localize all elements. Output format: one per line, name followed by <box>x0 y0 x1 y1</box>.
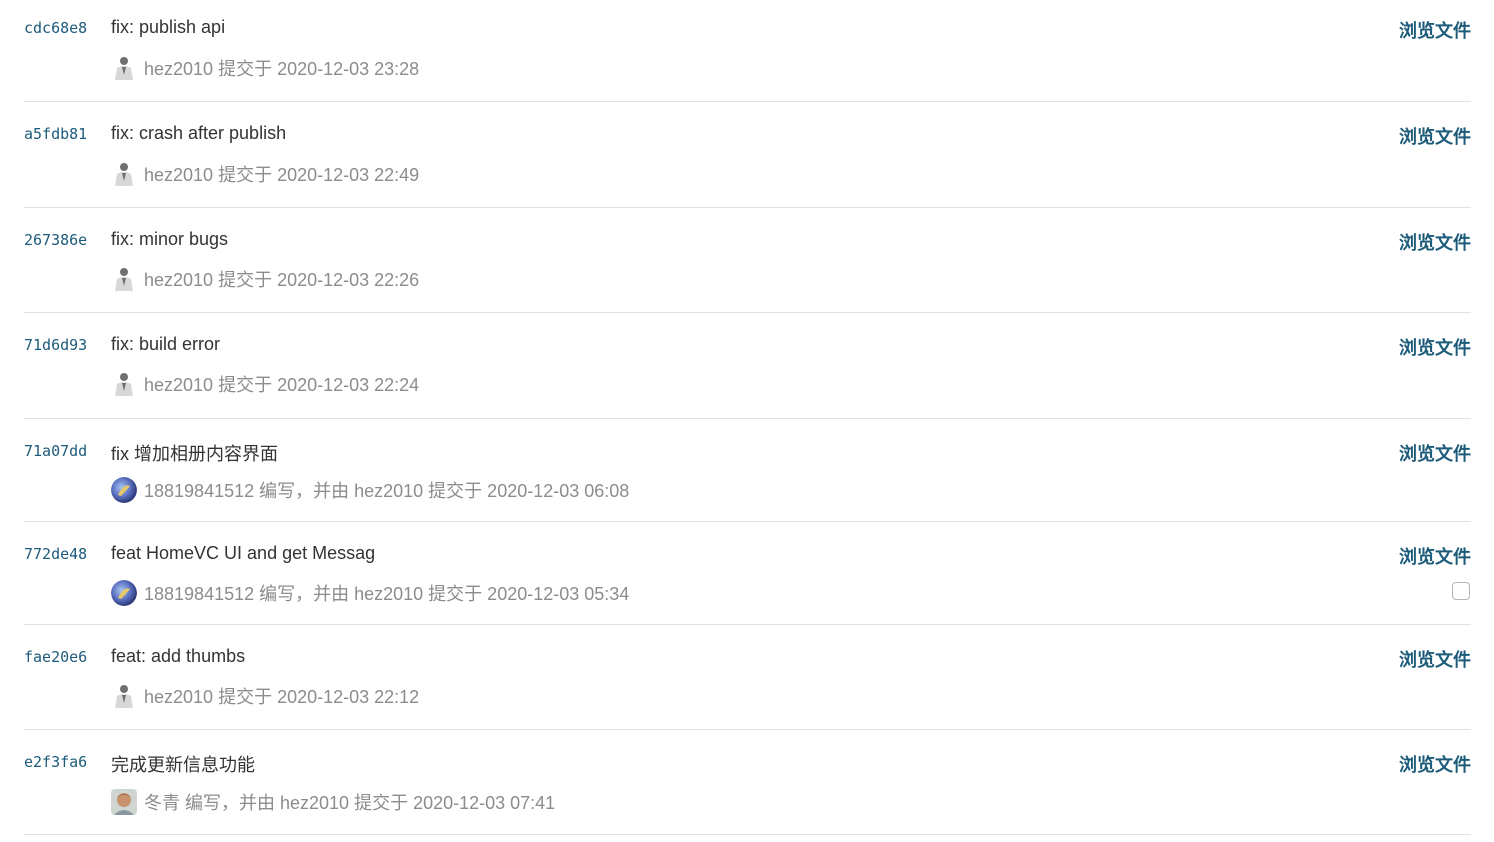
commit-meta: 冬青 编写，并由 hez2010 提交于 2020-12-03 07:41 <box>111 789 555 815</box>
commit-row: fae20e6 feat: add thumbs hez2010 提交于 202… <box>24 625 1471 730</box>
person-avatar-icon[interactable] <box>111 55 137 81</box>
commit-row: 71d6d93 fix: build error hez2010 提交于 202… <box>24 313 1471 419</box>
commit-row: 772de48 feat HomeVC UI and get Messag 18… <box>24 522 1471 625</box>
commit-meta-text: hez2010 提交于 2020-12-03 22:24 <box>144 375 420 395</box>
commit-sha-link[interactable]: 71a07dd <box>24 442 87 460</box>
commit-sha-link[interactable]: cdc68e8 <box>24 19 87 37</box>
commit-title[interactable]: fix: minor bugs <box>111 229 228 250</box>
commit-meta-text: 18819841512 编写，并由 hez2010 提交于 2020-12-03… <box>144 481 630 501</box>
commit-title[interactable]: fix: crash after publish <box>111 123 286 144</box>
commit-title[interactable]: 完成更新信息功能 <box>111 751 255 777</box>
commit-meta-text: hez2010 提交于 2020-12-03 23:28 <box>144 59 420 79</box>
photo-avatar-icon[interactable] <box>111 789 137 815</box>
browse-files-link[interactable]: 浏览文件 <box>1399 751 1471 777</box>
commit-row: e2f3fa6 完成更新信息功能 冬青 编写，并由 hez2010 提交于 20… <box>24 730 1471 835</box>
browse-files-link[interactable]: 浏览文件 <box>1399 440 1471 466</box>
commit-meta-text: hez2010 提交于 2020-12-03 22:26 <box>144 270 420 290</box>
browse-files-link[interactable]: 浏览文件 <box>1399 229 1471 255</box>
select-commit-checkbox[interactable] <box>1452 582 1470 600</box>
commit-meta: hez2010 提交于 2020-12-03 23:28 <box>111 55 419 81</box>
commit-sha-link[interactable]: a5fdb81 <box>24 125 87 143</box>
commit-meta: hez2010 提交于 2020-12-03 22:12 <box>111 683 419 709</box>
commit-list: cdc68e8 fix: publish api hez2010 提交于 202… <box>24 0 1471 835</box>
commit-sha-link[interactable]: fae20e6 <box>24 648 87 666</box>
commit-meta: hez2010 提交于 2020-12-03 22:26 <box>111 266 419 292</box>
commit-row: a5fdb81 fix: crash after publish hez2010… <box>24 102 1471 208</box>
person-avatar-icon[interactable] <box>111 161 137 187</box>
commit-meta-text: 18819841512 编写，并由 hez2010 提交于 2020-12-03… <box>144 584 630 604</box>
person-avatar-icon[interactable] <box>111 371 137 397</box>
commit-sha-link[interactable]: e2f3fa6 <box>24 753 87 771</box>
commit-row: 267386e fix: minor bugs hez2010 提交于 2020… <box>24 208 1471 313</box>
commit-meta-text: hez2010 提交于 2020-12-03 22:12 <box>144 687 420 707</box>
commit-meta: 18819841512 编写，并由 hez2010 提交于 2020-12-03… <box>111 477 629 503</box>
planet-avatar-icon[interactable] <box>111 477 137 503</box>
commit-row: cdc68e8 fix: publish api hez2010 提交于 202… <box>24 0 1471 102</box>
commit-sha-link[interactable]: 71d6d93 <box>24 336 87 354</box>
commit-title[interactable]: fix: publish api <box>111 17 225 38</box>
commit-meta: 18819841512 编写，并由 hez2010 提交于 2020-12-03… <box>111 580 629 606</box>
commit-title[interactable]: feat HomeVC UI and get Messag <box>111 543 375 564</box>
planet-avatar-icon[interactable] <box>111 580 137 606</box>
commit-title[interactable]: feat: add thumbs <box>111 646 245 667</box>
browse-files-link[interactable]: 浏览文件 <box>1399 334 1471 360</box>
commit-meta-text: 冬青 编写，并由 hez2010 提交于 2020-12-03 07:41 <box>144 793 556 813</box>
commit-meta: hez2010 提交于 2020-12-03 22:49 <box>111 161 419 187</box>
commit-meta-text: hez2010 提交于 2020-12-03 22:49 <box>144 165 420 185</box>
commit-sha-link[interactable]: 267386e <box>24 231 87 249</box>
person-avatar-icon[interactable] <box>111 683 137 709</box>
commit-row: 71a07dd fix 增加相册内容界面 18819841512 编写，并由 h… <box>24 419 1471 522</box>
browse-files-link[interactable]: 浏览文件 <box>1399 646 1471 672</box>
browse-files-link[interactable]: 浏览文件 <box>1399 543 1471 569</box>
person-avatar-icon[interactable] <box>111 266 137 292</box>
commit-meta: hez2010 提交于 2020-12-03 22:24 <box>111 371 419 397</box>
browse-files-link[interactable]: 浏览文件 <box>1399 17 1471 43</box>
browse-files-link[interactable]: 浏览文件 <box>1399 123 1471 149</box>
commit-title[interactable]: fix: build error <box>111 334 220 355</box>
commit-sha-link[interactable]: 772de48 <box>24 545 87 563</box>
commit-title[interactable]: fix 增加相册内容界面 <box>111 440 278 466</box>
